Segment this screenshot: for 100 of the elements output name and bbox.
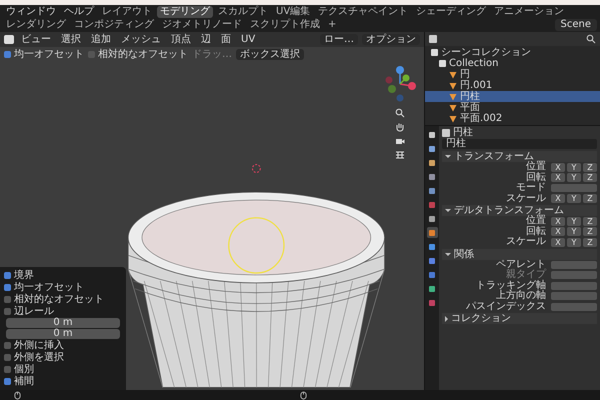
- menu-item[interactable]: ウィンドウ: [3, 6, 59, 18]
- field-label: パスインデックス: [465, 302, 547, 312]
- checkbox[interactable]: [4, 296, 11, 303]
- checkbox[interactable]: [4, 366, 11, 373]
- value-field[interactable]: [551, 302, 597, 311]
- menu-item[interactable]: 面: [218, 34, 234, 46]
- axis-field[interactable]: Z: [583, 238, 597, 247]
- menu-item[interactable]: メッシュ: [118, 34, 164, 46]
- section-header[interactable]: 関係: [442, 248, 597, 260]
- property-tab[interactable]: [426, 283, 438, 294]
- outliner-item[interactable]: 円: [425, 69, 600, 80]
- axis-field[interactable]: Z: [583, 194, 597, 204]
- field-label: 親タイプ: [505, 270, 548, 280]
- checkbox[interactable]: [4, 342, 11, 349]
- section-header[interactable]: デルタトランスフォーム: [442, 205, 597, 216]
- workspace-tab[interactable]: ジオメトリノード: [159, 19, 245, 31]
- section-title: コレクション: [451, 313, 511, 324]
- number-field[interactable]: 0 m: [6, 318, 120, 328]
- orientation-dropdown[interactable]: ロー…: [320, 34, 358, 45]
- menu-item[interactable]: 選択: [58, 34, 84, 46]
- checkbox[interactable]: [4, 284, 11, 291]
- menu-item[interactable]: 頂点: [168, 34, 194, 46]
- axis-field[interactable]: Z: [583, 173, 597, 182]
- cursor-icon: [252, 164, 261, 173]
- axis-field[interactable]: X: [551, 194, 565, 204]
- menu-item[interactable]: UV: [238, 34, 258, 46]
- viewport[interactable]: 境界 均一オフセット 相対的なオフセット 辺レール 0 m 0 m 外側に挿入 外側を選択 個別 補間: [0, 62, 424, 390]
- property-tab[interactable]: [426, 213, 438, 224]
- property-tab[interactable]: [426, 227, 438, 238]
- hand-icon[interactable]: [395, 122, 405, 132]
- checkbox[interactable]: [4, 378, 11, 385]
- menu-item[interactable]: ビュー: [18, 34, 54, 46]
- property-tab[interactable]: [426, 185, 438, 196]
- workspace-tab[interactable]: UV編集: [273, 6, 314, 18]
- camera-icon[interactable]: [395, 136, 405, 146]
- section-title: トランスフォーム: [454, 151, 534, 162]
- outliner-item[interactable]: 円.001: [425, 80, 600, 91]
- outliner-item[interactable]: シーンコレクション: [441, 47, 531, 58]
- item-label: 円柱: [460, 91, 480, 102]
- workspace-tab[interactable]: レイアウト: [99, 6, 155, 18]
- zoom-icon[interactable]: [395, 108, 405, 118]
- add-tab-button[interactable]: +: [325, 19, 340, 31]
- section-header[interactable]: コレクション: [442, 313, 597, 324]
- axis-field[interactable]: X: [551, 173, 565, 182]
- checkbox[interactable]: [88, 51, 95, 58]
- axis-field[interactable]: X: [551, 216, 565, 226]
- outliner-item[interactable]: 円柱: [425, 91, 600, 102]
- axis-field[interactable]: Y: [567, 227, 581, 236]
- field-label: 上方向の軸: [495, 291, 547, 302]
- outliner-item[interactable]: 平面.002: [425, 113, 600, 124]
- checkbox[interactable]: [4, 272, 11, 279]
- select-dropdown[interactable]: ボックス選択: [236, 49, 304, 60]
- axis-field[interactable]: X: [551, 238, 565, 247]
- property-tab[interactable]: [426, 157, 438, 168]
- workspace-tab[interactable]: コンポジティング: [71, 19, 157, 31]
- value-field[interactable]: [551, 184, 597, 192]
- axis-field[interactable]: X: [551, 162, 565, 172]
- workspace-tab[interactable]: モデリング: [157, 6, 213, 18]
- axis-field[interactable]: Y: [567, 216, 581, 226]
- workspace-tab[interactable]: シェーディング: [413, 6, 490, 18]
- axis-field[interactable]: Z: [583, 162, 597, 172]
- workspace-tab[interactable]: レンダリング: [3, 19, 69, 31]
- property-tab[interactable]: [426, 171, 438, 182]
- grid-icon[interactable]: [395, 150, 405, 160]
- axis-field[interactable]: Z: [583, 227, 597, 236]
- section-header[interactable]: トランスフォーム: [442, 151, 597, 162]
- workspace-tab[interactable]: アニメーション: [491, 6, 568, 18]
- axis-field[interactable]: Z: [583, 216, 597, 226]
- property-tab[interactable]: [426, 241, 438, 252]
- checkbox[interactable]: [4, 51, 11, 58]
- workspace-tab[interactable]: テクスチャペイント: [315, 6, 412, 18]
- menu-item[interactable]: 追加: [88, 34, 114, 46]
- value-field[interactable]: [551, 282, 597, 290]
- outliner-item[interactable]: Collection: [425, 58, 600, 69]
- search-icon[interactable]: [586, 34, 596, 44]
- workspace-tab[interactable]: スカルプト: [215, 6, 271, 18]
- axis-field[interactable]: Y: [567, 173, 581, 182]
- value-field[interactable]: [551, 260, 597, 269]
- options-dropdown[interactable]: オプション: [362, 34, 420, 45]
- property-tab[interactable]: [426, 143, 438, 154]
- workspace-tab[interactable]: スクリプト作成: [247, 19, 323, 31]
- menu-item[interactable]: 辺: [198, 34, 214, 46]
- axis-field[interactable]: X: [551, 227, 565, 236]
- value-field[interactable]: [551, 271, 597, 280]
- mouse-icon: [300, 390, 307, 400]
- name-field[interactable]: 円柱: [442, 139, 597, 149]
- property-tab[interactable]: [426, 129, 438, 140]
- field-label: 位置: [525, 216, 547, 226]
- axis-field[interactable]: Y: [567, 162, 581, 172]
- axis-field[interactable]: Y: [567, 194, 581, 204]
- property-tab[interactable]: [426, 255, 438, 266]
- value-field[interactable]: [551, 292, 597, 300]
- selection-circle: [228, 217, 285, 274]
- number-field[interactable]: 0 m: [6, 329, 120, 339]
- checkbox[interactable]: [4, 354, 11, 361]
- scene-field[interactable]: Scene: [554, 19, 597, 31]
- checkbox[interactable]: [4, 308, 11, 315]
- menu-item[interactable]: ヘルプ: [61, 6, 97, 18]
- outliner-item[interactable]: 平面: [425, 102, 600, 113]
- axis-field[interactable]: Y: [567, 238, 581, 247]
